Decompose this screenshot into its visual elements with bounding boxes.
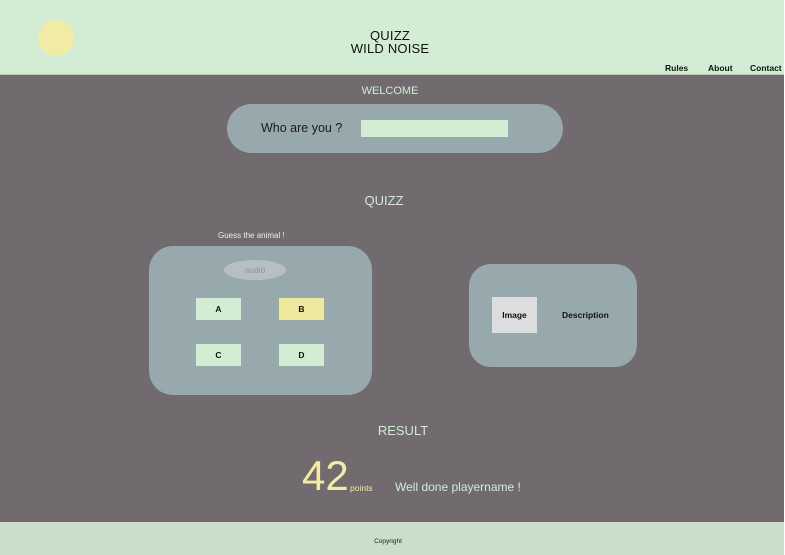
result-message: Well done playername !: [395, 480, 521, 494]
quiz-card: audio A B C D: [149, 246, 372, 395]
result-heading: RESULT: [377, 423, 429, 438]
copyright-text: Copyright: [374, 538, 402, 545]
animal-info-card: Image Description: [469, 264, 637, 367]
animal-description: Description: [562, 310, 609, 320]
page-title: QUIZZ WILD NOISE: [300, 29, 480, 55]
score-value: 42: [302, 452, 349, 499]
who-are-you-label: Who are you ?: [261, 121, 343, 135]
header: QUIZZ WILD NOISE Rules About Contact: [0, 0, 784, 75]
nav-link-contact[interactable]: Contact: [750, 63, 782, 73]
answer-a-button[interactable]: A: [196, 298, 241, 320]
name-input[interactable]: [361, 120, 508, 137]
nav-link-rules[interactable]: Rules: [665, 63, 688, 73]
audio-player-button[interactable]: audio: [224, 260, 286, 280]
footer: Copyright: [0, 522, 784, 555]
points-label: points: [350, 483, 373, 493]
answer-d-button[interactable]: D: [279, 344, 324, 366]
logo[interactable]: [38, 20, 74, 56]
quiz-instruction: Guess the animal !: [218, 231, 285, 240]
answer-c-button[interactable]: C: [196, 344, 241, 366]
welcome-heading: WELCOME: [361, 85, 419, 97]
welcome-card: Who are you ?: [227, 104, 563, 153]
main-content: WELCOME Who are you ? QUIZZ Guess the an…: [0, 75, 784, 522]
title-line-2: WILD NOISE: [350, 41, 430, 56]
answer-b-button[interactable]: B: [279, 298, 324, 320]
animal-image: Image: [492, 297, 537, 333]
quiz-heading: QUIZZ: [364, 193, 404, 208]
nav-link-about[interactable]: About: [708, 63, 733, 73]
